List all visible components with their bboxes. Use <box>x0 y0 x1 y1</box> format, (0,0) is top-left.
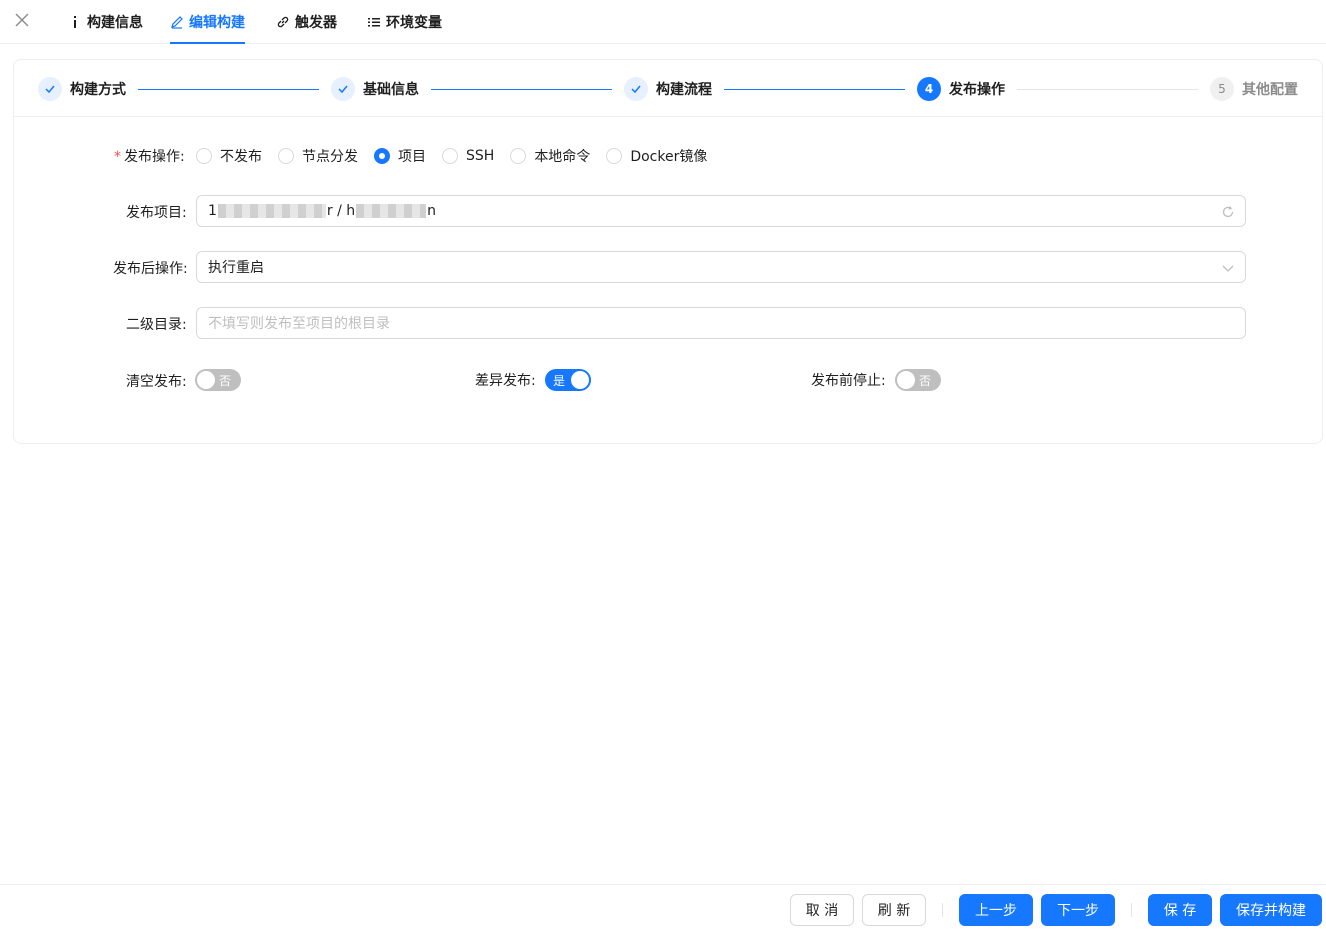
release-project-label: 发布项目: <box>126 205 187 221</box>
subdir-input[interactable]: 不填写则发布至项目的根目录 <box>196 307 1246 339</box>
tab-env-vars[interactable]: 环境变量 <box>367 0 442 44</box>
switch-knob <box>197 371 215 389</box>
step-label: 基础信息 <box>363 82 419 98</box>
close-icon[interactable] <box>12 10 32 30</box>
subdir-placeholder: 不填写则发布至项目的根目录 <box>208 316 390 332</box>
chevron-down-icon <box>1221 261 1235 275</box>
radio-local-command[interactable]: 本地命令 <box>510 146 590 166</box>
post-release-select[interactable]: 执行重启 <box>196 251 1246 283</box>
check-icon <box>331 77 355 101</box>
step-number: 4 <box>917 77 941 101</box>
top-tab-bar: 构建信息 编辑构建 触发器 环境变量 <box>0 0 1326 44</box>
divider <box>942 903 943 917</box>
release-type-radio-group: 不发布 节点分发 项目 SSH 本地命令 Docker镜像 <box>196 146 723 166</box>
switch-knob <box>897 371 915 389</box>
step-connector <box>1017 89 1198 90</box>
diff-release-label: 差异发布: <box>475 373 536 389</box>
save-button[interactable]: 保 存 <box>1148 894 1212 926</box>
radio-circle[interactable] <box>510 148 527 164</box>
cancel-button[interactable]: 取 消 <box>790 894 854 926</box>
redacted-text <box>356 204 427 218</box>
release-project-select[interactable]: 1 r / h n <box>196 195 1246 227</box>
save-and-build-button[interactable]: 保存并构建 <box>1220 894 1322 926</box>
tab-build-info[interactable]: 构建信息 <box>68 0 143 44</box>
step-number: 5 <box>1210 77 1234 101</box>
prev-step-button[interactable]: 上一步 <box>959 894 1033 926</box>
step-label: 发布操作 <box>949 82 1005 98</box>
step-release[interactable]: 4 发布操作 <box>917 76 1005 102</box>
radio-project[interactable]: 项目 <box>374 146 426 166</box>
info-icon <box>68 15 82 29</box>
step-label: 其他配置 <box>1242 82 1298 98</box>
refresh-button[interactable]: 刷 新 <box>862 894 926 926</box>
list-icon <box>367 15 381 29</box>
stop-before-release-switch[interactable]: 否 <box>895 369 941 391</box>
post-release-label: 发布后操作: <box>113 261 188 277</box>
radio-circle[interactable] <box>606 148 623 164</box>
redacted-text <box>217 204 326 218</box>
step-build-flow[interactable]: 构建流程 <box>624 76 712 102</box>
reload-icon[interactable] <box>1221 205 1235 219</box>
radio-docker-image[interactable]: Docker镜像 <box>606 146 707 166</box>
switch-knob <box>571 371 589 389</box>
divider <box>1131 903 1132 917</box>
tab-label: 触发器 <box>295 15 337 31</box>
radio-circle[interactable] <box>278 148 294 164</box>
steps-bar: 构建方式 基础信息 构建流程 4 发布操作 5 其他配置 <box>14 60 1322 117</box>
step-basic-info[interactable]: 基础信息 <box>331 76 419 102</box>
diff-release-switch[interactable]: 是 <box>545 369 591 391</box>
step-label: 构建方式 <box>70 82 126 98</box>
release-type-label: * 发布操作: <box>114 149 185 165</box>
tab-label: 构建信息 <box>87 15 143 31</box>
radio-circle[interactable] <box>442 148 458 164</box>
radio-ssh[interactable]: SSH <box>442 148 494 164</box>
step-build-method[interactable]: 构建方式 <box>38 76 126 102</box>
footer-bar: 取 消 刷 新 上一步 下一步 保 存 保存并构建 <box>0 884 1326 929</box>
tab-trigger[interactable]: 触发器 <box>276 0 337 44</box>
step-connector <box>724 89 905 90</box>
step-label: 构建流程 <box>656 82 712 98</box>
check-icon <box>624 77 648 101</box>
required-mark: * <box>114 149 121 165</box>
step-other-config[interactable]: 5 其他配置 <box>1210 76 1298 102</box>
step-connector <box>431 89 612 90</box>
clean-release-label: 清空发布: <box>126 374 187 390</box>
clean-release-switch[interactable]: 否 <box>195 369 241 391</box>
step-connector <box>138 89 319 90</box>
link-icon <box>276 15 290 29</box>
radio-circle[interactable] <box>196 148 212 164</box>
next-step-button[interactable]: 下一步 <box>1041 894 1115 926</box>
radio-circle[interactable] <box>374 148 390 164</box>
edit-icon <box>170 15 184 29</box>
radio-no-release[interactable]: 不发布 <box>196 146 262 166</box>
stop-before-release-label: 发布前停止: <box>811 373 886 389</box>
subdir-label: 二级目录: <box>126 317 187 333</box>
tab-label: 环境变量 <box>386 15 442 31</box>
tab-label: 编辑构建 <box>189 15 245 31</box>
radio-node-dispatch[interactable]: 节点分发 <box>278 146 358 166</box>
tab-edit-build[interactable]: 编辑构建 <box>170 0 245 44</box>
check-icon <box>38 77 62 101</box>
